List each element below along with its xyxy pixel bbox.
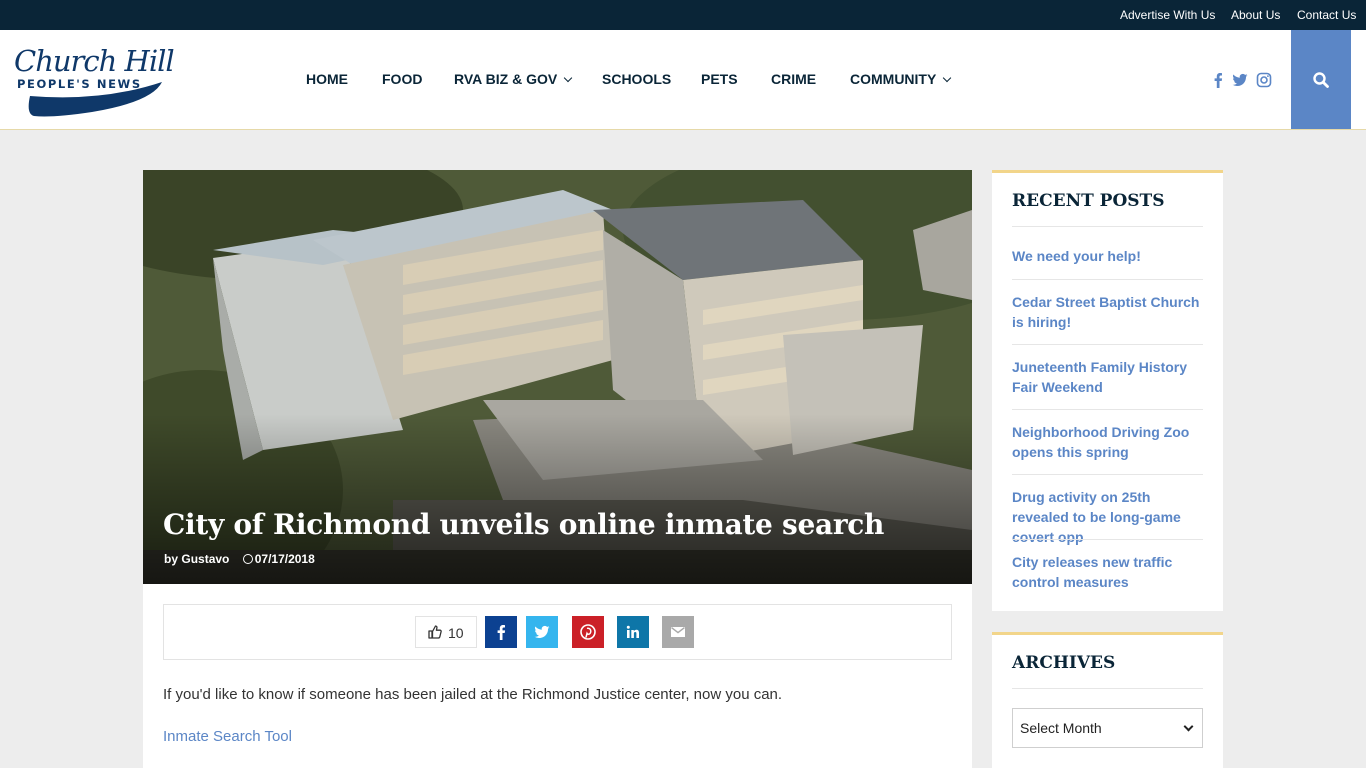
nav-community-label: COMMUNITY [850,71,937,87]
about-link[interactable]: About Us [1231,8,1280,22]
email-icon [671,627,685,637]
search-button[interactable] [1291,30,1351,129]
nav-food[interactable]: FOOD [382,71,422,87]
chevron-down-icon [1183,721,1194,732]
site-header: Church Hill PEOPLE'S NEWS HOME FOOD RVA … [0,30,1366,130]
logo-subtitle: PEOPLE'S NEWS [17,77,142,91]
inmate-search-link[interactable]: Inmate Search Tool [163,728,292,745]
divider [1012,539,1203,540]
advertise-link[interactable]: Advertise With Us [1120,8,1215,22]
site-logo[interactable]: Church Hill PEOPLE'S NEWS [12,44,175,120]
like-count: 10 [448,625,464,641]
twitter-icon [534,625,550,639]
article-date: 07/17/2018 [254,552,315,566]
recent-posts-widget: RECENT POSTS We need your help! Cedar St… [992,170,1223,611]
thumbs-up-icon [428,625,442,639]
share-facebook-button[interactable] [485,616,517,648]
featured-image: City of Richmond unveils online inmate s… [143,170,972,584]
divider [1012,279,1203,280]
share-linkedin-button[interactable] [617,616,649,648]
like-button[interactable]: 10 [415,616,477,648]
archives-month-select[interactable]: Select Month [1012,708,1203,748]
instagram-icon[interactable] [1256,72,1272,88]
divider [1012,409,1203,410]
top-bar: Advertise With Us About Us Contact Us [0,0,1366,30]
archives-title: ARCHIVES [1012,653,1116,673]
divider [1012,344,1203,345]
recent-posts-title: RECENT POSTS [1012,191,1165,211]
divider [1012,688,1203,689]
clock-icon [242,554,253,564]
twitter-icon[interactable] [1232,72,1248,88]
pinterest-icon [580,624,596,640]
article-paragraph: If you'd like to know if someone has bee… [163,686,783,703]
share-pinterest-button[interactable] [572,616,604,648]
facebook-icon [497,625,506,640]
share-email-button[interactable] [662,616,694,648]
share-bar: 10 [163,604,952,660]
author-prefix: by [164,552,179,566]
nav-rva-biz-gov-label: RVA BIZ & GOV [454,71,558,87]
recent-post-link[interactable]: Cedar Street Baptist Church is hiring! [1012,292,1204,332]
linkedin-icon [626,625,639,638]
nav-community[interactable]: COMMUNITY [850,71,952,87]
search-icon [1313,72,1329,88]
article-body: 10 If you'd like to know if someone has … [143,584,972,768]
chevron-down-icon [943,73,952,83]
nav-rva-biz-gov[interactable]: RVA BIZ & GOV [454,71,573,87]
recent-post-link[interactable]: We need your help! [1012,246,1204,266]
recent-post-link[interactable]: Juneteenth Family History Fair Weekend [1012,357,1204,397]
logo-script-text: Church Hill [14,44,175,78]
author-link[interactable]: Gustavo [181,552,229,566]
divider [1012,226,1203,227]
nav-home[interactable]: HOME [306,71,348,87]
contact-link[interactable]: Contact Us [1297,8,1356,22]
recent-post-link[interactable]: City releases new traffic control measur… [1012,552,1204,592]
nav-schools[interactable]: SCHOOLS [602,71,671,87]
recent-post-link[interactable]: Neighborhood Driving Zoo opens this spri… [1012,422,1204,462]
chevron-down-icon [563,73,573,83]
archives-select-value: Select Month [1020,720,1102,736]
nav-crime[interactable]: CRIME [771,71,816,87]
article-title: City of Richmond unveils online inmate s… [163,508,885,541]
share-twitter-button[interactable] [526,616,558,648]
archives-widget: ARCHIVES Select Month [992,632,1223,768]
article-meta: by Gustavo 07/17/2018 [164,552,315,566]
facebook-icon[interactable] [1210,72,1226,88]
divider [1012,474,1203,475]
recent-post-link[interactable]: Drug activity on 25th revealed to be lon… [1012,487,1204,547]
nav-pets[interactable]: PETS [701,71,738,87]
